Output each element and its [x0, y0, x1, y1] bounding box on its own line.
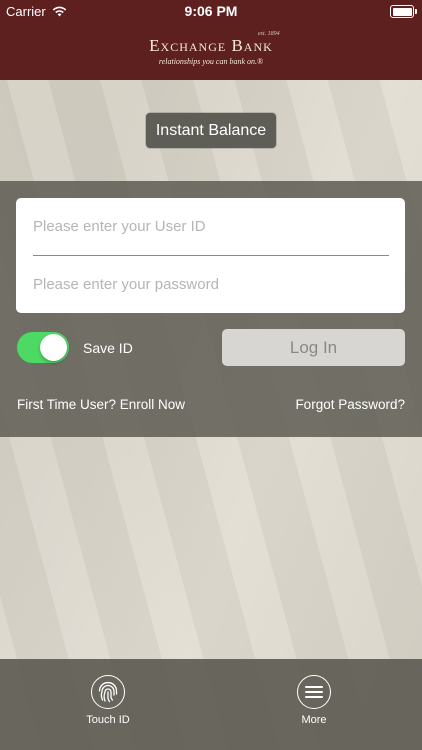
bottom-bar: Touch ID More	[0, 659, 422, 750]
password-input[interactable]	[33, 264, 389, 304]
user-id-input[interactable]	[33, 206, 389, 246]
login-button[interactable]: Log In	[222, 329, 405, 366]
toggle-knob	[40, 334, 67, 361]
enroll-link[interactable]: First Time User? Enroll Now	[17, 397, 185, 412]
save-id-toggle[interactable]	[17, 332, 69, 363]
bank-logo: Exchange Bank est. 1894 relationships yo…	[0, 31, 422, 66]
status-bar: Carrier 9:06 PM	[0, 0, 422, 22]
more-label: More	[301, 714, 327, 726]
touch-id-label: Touch ID	[86, 714, 130, 726]
logo-tagline: relationships you can bank on.®	[158, 57, 264, 66]
logo-est: est. 1894	[258, 31, 280, 37]
save-id-label: Save ID	[83, 340, 133, 356]
fingerprint-icon	[91, 675, 125, 709]
menu-icon	[297, 675, 331, 709]
login-form	[16, 198, 405, 313]
login-panel: Save ID Log In First Time User? Enroll N…	[0, 181, 422, 437]
forgot-password-link[interactable]: Forgot Password?	[295, 397, 405, 412]
app-header: Exchange Bank est. 1894 relationships yo…	[0, 22, 422, 80]
battery-icon	[390, 5, 417, 18]
more-button[interactable]: More	[274, 675, 354, 726]
instant-balance-button[interactable]: Instant Balance	[146, 113, 276, 148]
field-divider	[33, 255, 389, 256]
touch-id-button[interactable]: Touch ID	[68, 675, 148, 726]
logo-name: Exchange Bank	[149, 36, 273, 55]
status-time: 9:06 PM	[184, 3, 238, 19]
